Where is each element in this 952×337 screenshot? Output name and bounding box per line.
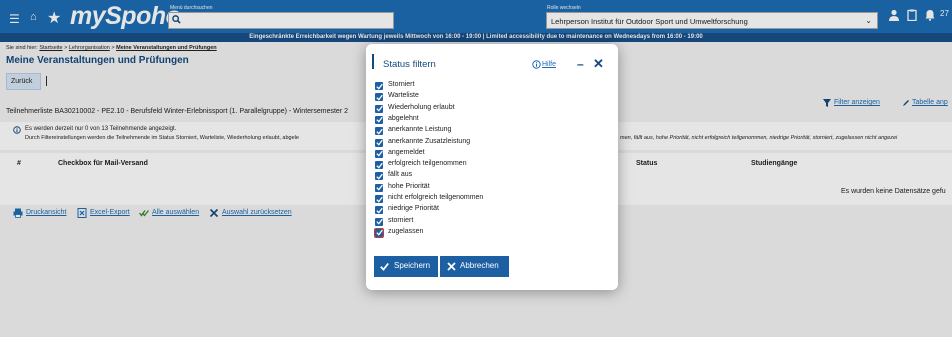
status-option-label: fällt aus	[388, 171, 413, 179]
status-option-label: anerkannte Zusatzleistung	[388, 137, 471, 145]
check-icon	[375, 139, 383, 146]
checkbox-checked[interactable]	[375, 138, 383, 147]
minimize-icon[interactable]: –	[577, 57, 584, 71]
check-icon	[375, 218, 383, 225]
close-icon	[447, 262, 456, 271]
status-option-label: hohe Priorität	[388, 182, 430, 190]
checkbox-checked[interactable]	[375, 104, 383, 113]
checkbox-checked[interactable]	[375, 115, 383, 124]
check-icon	[375, 173, 383, 180]
save-label: Speichern	[394, 261, 431, 270]
status-filter-dialog: Status filtern Hilfe – ✕ Storniert Wartel…	[366, 44, 618, 290]
status-option-label: Warteliste	[388, 92, 419, 100]
checkbox-checked[interactable]	[375, 127, 383, 136]
checkbox-checked[interactable]	[375, 195, 383, 203]
title-accent-bar	[372, 54, 374, 69]
check-icon	[375, 230, 383, 237]
check-icon	[375, 196, 383, 203]
check-icon	[380, 262, 389, 271]
close-icon[interactable]: ✕	[593, 56, 604, 72]
status-option-label: niedrige Priorität	[388, 205, 439, 213]
checkbox-checked[interactable]	[375, 149, 383, 158]
status-option-label: Storniert	[388, 81, 415, 88]
check-icon	[375, 207, 383, 214]
checkbox-checked[interactable]	[375, 93, 383, 102]
check-icon	[375, 83, 383, 90]
status-option-label: anerkannte Leistung	[388, 126, 452, 134]
status-option-label: nicht erfolgreich teilgenommen	[388, 194, 484, 201]
check-icon	[375, 94, 383, 101]
checkbox-checked[interactable]	[375, 161, 383, 170]
checkbox-checked[interactable]	[374, 227, 384, 238]
save-button[interactable]: Speichern	[374, 256, 438, 277]
check-icon	[375, 105, 383, 112]
checkbox-checked[interactable]	[375, 172, 383, 181]
info-icon[interactable]	[532, 60, 541, 69]
cancel-label: Abbrechen	[460, 261, 499, 270]
check-icon	[375, 128, 383, 135]
checkbox-checked[interactable]	[375, 82, 383, 90]
status-option-label: zugelassen	[388, 227, 424, 235]
checkbox-checked[interactable]	[375, 217, 383, 226]
help-link[interactable]: Hilfe	[542, 61, 556, 68]
check-icon	[375, 117, 383, 124]
status-option-label: angemeldet	[388, 148, 425, 156]
dialog-title: Status filtern	[383, 59, 436, 70]
check-icon	[375, 151, 383, 157]
status-option-label: Wiederholung erlaubt	[388, 103, 455, 111]
checkbox-checked[interactable]	[375, 183, 383, 192]
checkbox-checked[interactable]	[375, 206, 383, 215]
check-icon	[375, 162, 383, 169]
status-option-label: storniert	[388, 216, 414, 224]
check-icon	[375, 184, 383, 191]
cancel-button[interactable]: Abbrechen	[440, 256, 509, 277]
status-option-label: erfolgreich teilgenommen	[388, 160, 467, 168]
status-option-label: abgelehnt	[388, 114, 419, 122]
